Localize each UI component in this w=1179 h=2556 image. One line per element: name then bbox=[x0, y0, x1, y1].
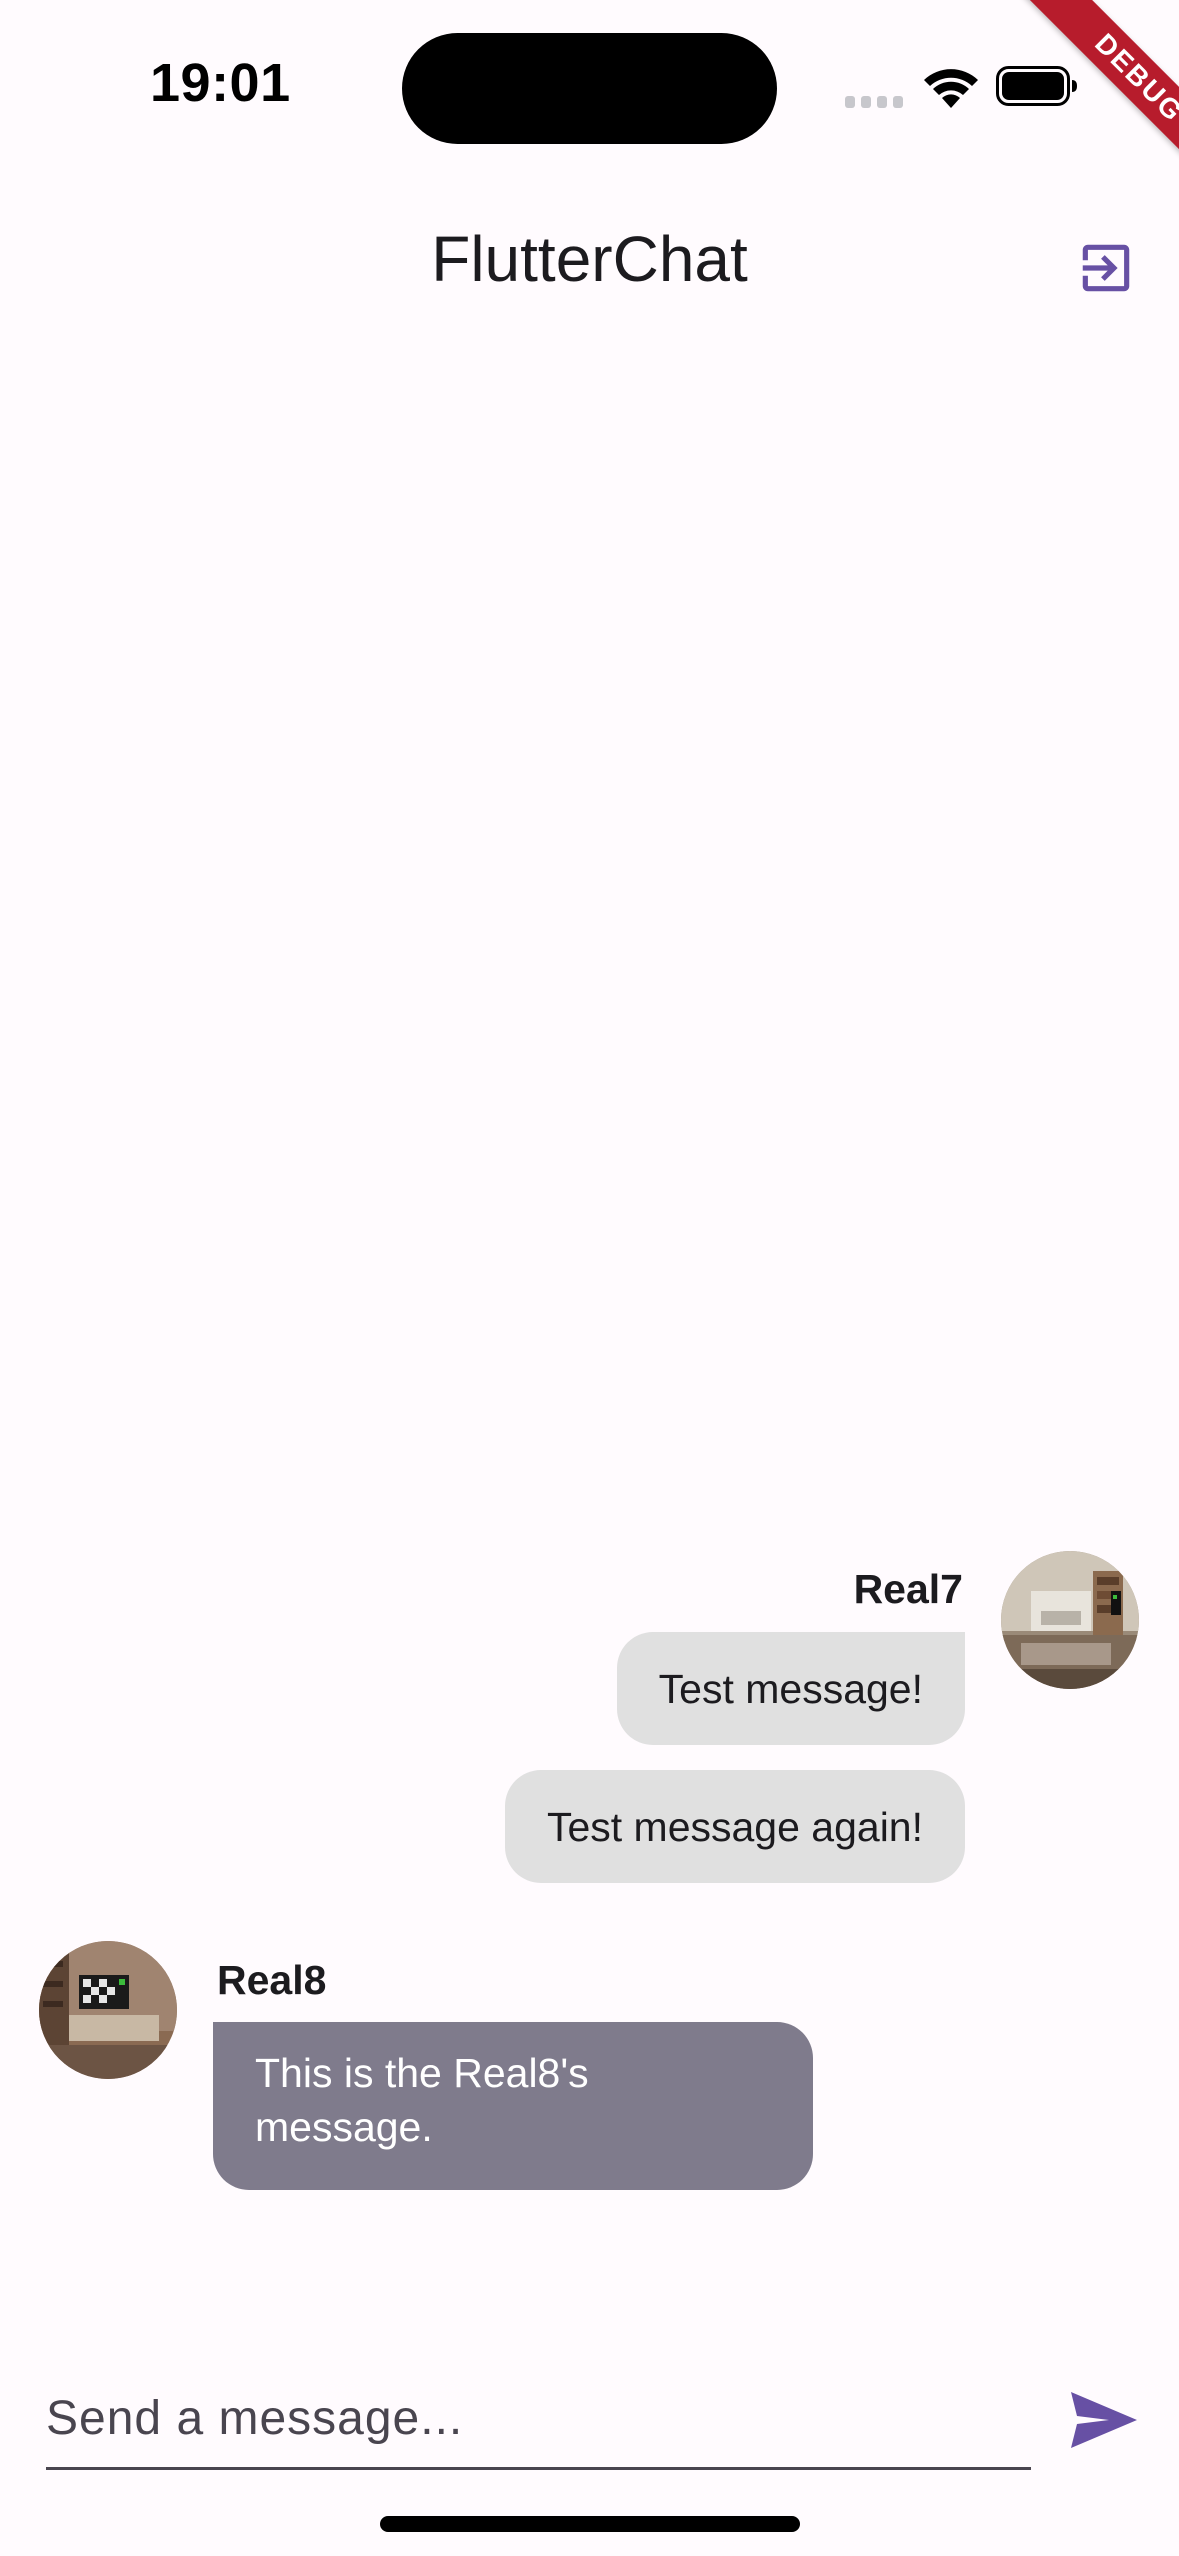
avatar bbox=[39, 1941, 177, 2079]
message-text: Test message! bbox=[658, 1665, 923, 1712]
message-input[interactable] bbox=[46, 2370, 1031, 2470]
message-bubble: Test message again! bbox=[504, 1770, 965, 1883]
message-bubble: This is the Real8's message. bbox=[213, 2022, 813, 2190]
app-title: FlutterChat bbox=[431, 223, 748, 295]
logout-button[interactable] bbox=[1064, 226, 1148, 310]
message-username: Real8 bbox=[217, 1957, 327, 2003]
message-bubble: Test message! bbox=[616, 1632, 965, 1745]
message-username: Real7 bbox=[853, 1566, 963, 1612]
dynamic-island bbox=[402, 33, 777, 144]
message-text: Test message again! bbox=[546, 1803, 923, 1850]
send-button[interactable] bbox=[1066, 2386, 1142, 2454]
avatar bbox=[1001, 1551, 1139, 1689]
logout-icon bbox=[1082, 244, 1130, 292]
cellular-signal-icon bbox=[845, 96, 903, 108]
status-time: 19:01 bbox=[150, 53, 291, 113]
home-indicator[interactable] bbox=[380, 2516, 800, 2532]
wifi-icon bbox=[924, 69, 978, 108]
battery-icon bbox=[996, 66, 1077, 106]
message-text: This is the Real8's message. bbox=[255, 2050, 589, 2150]
send-icon bbox=[1071, 2392, 1137, 2448]
